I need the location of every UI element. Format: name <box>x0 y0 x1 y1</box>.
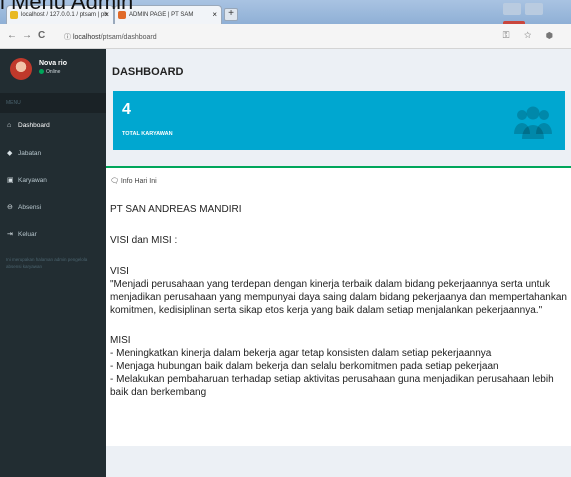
sidebar: Nova rio Online MENU ⌂ Dashboard ◆ Jabatan… <box>0 49 106 477</box>
sidebar-item-jabatan[interactable]: ◆ Jabatan <box>0 140 106 167</box>
comments-icon: 🗨 <box>110 178 119 185</box>
sidebar-item-absensi[interactable]: ⊖ Absensi <box>0 194 106 221</box>
user-name: Nova rio <box>39 60 68 67</box>
info-panel: 🗨 Info Hari Ini PT SAN ANDREAS MANDIRI V… <box>106 166 571 446</box>
maximize-button[interactable] <box>525 3 544 15</box>
user-panel: Nova rio Online <box>0 49 106 93</box>
page-title: DASHBOARD <box>112 66 184 78</box>
url-path: /ptsam/dashboard <box>100 34 157 41</box>
user-status-label: Online <box>46 69 61 75</box>
info-box-total-karyawan: 4 TOTAL KARYAWAN <box>113 91 565 150</box>
url-host: localhost <box>72 34 101 41</box>
new-tab-button[interactable]: + <box>224 8 238 21</box>
sidebar-item-label: Jabatan <box>18 150 42 157</box>
online-dot-icon <box>39 69 44 75</box>
forward-arrow-icon[interactable]: → <box>22 30 32 41</box>
info-box-label: TOTAL KARYAWAN <box>122 131 173 137</box>
sidebar-item-label: Karyawan <box>18 177 47 184</box>
sidebar-item-label: Dashboard <box>18 122 50 129</box>
sidebar-item-karyawan[interactable]: ▣ Karyawan <box>0 167 106 194</box>
menu-header: MENU <box>0 93 106 113</box>
close-icon[interactable]: × <box>212 10 217 19</box>
info-box-value: 4 <box>122 101 131 118</box>
footer <box>106 446 571 477</box>
main-content: DASHBOARD 4 TOTAL KARYAWAN 🗨 Info Hari I… <box>106 49 571 477</box>
sidebar-item-label: Keluar <box>18 231 37 238</box>
sidebar-item-keluar[interactable]: ⇥ Keluar <box>0 221 106 248</box>
panel-header: 🗨 Info Hari Ini <box>110 177 157 185</box>
attendance-icon: ⊖ <box>7 204 13 211</box>
sidebar-item-label: Absensi <box>18 204 42 211</box>
info-icon[interactable]: ⓘ <box>64 34 71 41</box>
minimize-button[interactable] <box>503 3 521 15</box>
home-icon: ⌂ <box>7 122 12 129</box>
window-controls <box>503 2 565 33</box>
tab-label: ADMIN PAGE | PT SAM <box>129 12 194 18</box>
reload-icon[interactable]: C <box>38 30 45 41</box>
toolbar-icons[interactable]: ⚿ ☆ ⬢ <box>503 30 559 41</box>
sidebar-item-dashboard[interactable]: ⌂ Dashboard <box>0 113 106 140</box>
panel-header-label: Info Hari Ini <box>120 178 157 185</box>
card-icon: ▣ <box>7 177 14 184</box>
tag-icon: ◆ <box>7 150 13 157</box>
figure-caption: i Menu Admin <box>0 0 134 14</box>
back-arrow-icon[interactable]: ← <box>7 30 17 41</box>
browser-window: localhost / 127.0.0.1 / ptsam | ph × ADM… <box>0 0 571 477</box>
visi-misi-heading: VISI dan MISI : <box>110 235 178 246</box>
sidebar-note: Ini merupakan halaman admin pengelola ab… <box>6 257 88 269</box>
misi-text: MISI - Meningkatkan kinerja dalam bekerj… <box>110 335 554 398</box>
company-name: PT SAN ANDREAS MANDIRI <box>110 204 242 215</box>
avatar <box>10 58 32 80</box>
address-bar: ← → C ⓘ localhost/ptsam/dashboard ⚿ ☆ ⬢ <box>0 24 571 49</box>
user-status: Online <box>39 69 60 75</box>
users-icon <box>514 106 552 139</box>
visi-text: VISI "Menjadi perusahaan yang terdepan d… <box>110 266 567 316</box>
url-field[interactable]: ⓘ localhost/ptsam/dashboard <box>64 29 484 44</box>
logout-icon: ⇥ <box>7 231 13 238</box>
